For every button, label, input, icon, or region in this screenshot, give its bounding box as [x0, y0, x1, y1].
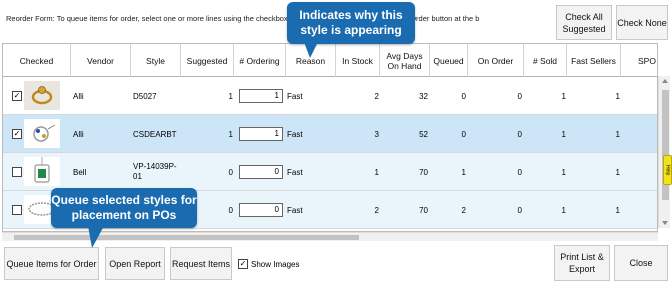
callout-pointer-icon: [88, 226, 104, 248]
reason-cell: Fast: [287, 167, 303, 177]
on-order-cell: 0: [517, 91, 522, 101]
vertical-scrollbar[interactable]: [658, 76, 670, 228]
vendor-cell: Bell: [73, 167, 87, 177]
row-checkbox[interactable]: [12, 167, 22, 177]
col-header-vendor[interactable]: Vendor: [71, 44, 131, 77]
ordering-input[interactable]: 0: [239, 165, 283, 179]
col-header-checked[interactable]: Checked: [3, 44, 71, 77]
style-cell: VP-14039P-01: [133, 162, 177, 181]
avg-days-cell: 70: [419, 205, 428, 215]
avg-days-cell: 70: [419, 167, 428, 177]
col-header-avg-days[interactable]: Avg Days On Hand: [380, 44, 430, 77]
col-header-suggested[interactable]: Suggested: [181, 44, 234, 77]
scroll-up-icon[interactable]: [662, 79, 668, 83]
fast-sellers-cell: 1: [615, 167, 620, 177]
ordering-input[interactable]: 1: [239, 89, 283, 103]
fast-sellers-cell: 1: [615, 91, 620, 101]
suggested-cell: 1: [228, 91, 233, 101]
print-list-export-button[interactable]: Print List & Export: [554, 245, 610, 281]
charm-icon: [24, 119, 60, 148]
on-order-cell: 0: [517, 129, 522, 139]
suggested-cell: 1: [228, 129, 233, 139]
pendant-icon: [24, 157, 60, 186]
in-stock-cell: 1: [374, 167, 379, 177]
ordering-input[interactable]: 0: [239, 203, 283, 217]
open-report-button[interactable]: Open Report: [105, 247, 165, 280]
instructions-text: Reorder Form: To queue items for order, …: [6, 14, 480, 23]
horizontal-scroll-thumb[interactable]: [14, 235, 359, 240]
table-row[interactable]: Bell VP-14039P-01 0 0 Fast 1 70 1 0 1 1: [3, 153, 657, 191]
sold-cell: 1: [561, 167, 566, 177]
in-stock-cell: 2: [374, 205, 379, 215]
check-none-button[interactable]: Check None: [616, 5, 668, 40]
show-images-toggle[interactable]: ✓ Show Images: [238, 259, 299, 269]
col-header-in-stock[interactable]: In Stock: [336, 44, 380, 77]
sold-cell: 1: [561, 205, 566, 215]
grid-header: Checked Vendor Style Suggested # Orderin…: [3, 44, 657, 77]
callout-reason: Indicates why this style is appearing: [287, 2, 415, 44]
in-stock-cell: 3: [374, 129, 379, 139]
col-header-fast-sellers[interactable]: Fast Sellers: [567, 44, 621, 77]
ordering-input[interactable]: 1: [239, 127, 283, 141]
request-items-button[interactable]: Request Items: [170, 247, 232, 280]
on-order-cell: 0: [517, 205, 522, 215]
col-header-on-order[interactable]: On Order: [468, 44, 524, 77]
row-checkbox[interactable]: [12, 205, 22, 215]
fast-sellers-cell: 1: [615, 129, 620, 139]
check-all-suggested-button[interactable]: Check All Suggested: [556, 5, 612, 40]
fast-sellers-cell: 1: [615, 205, 620, 215]
reason-cell: Fast: [287, 91, 303, 101]
row-checkbox[interactable]: ✓: [12, 91, 22, 101]
col-header-spo[interactable]: SPO: [621, 44, 657, 77]
avg-days-cell: 52: [419, 129, 428, 139]
sold-cell: 1: [561, 91, 566, 101]
col-header-style[interactable]: Style: [131, 44, 181, 77]
queued-cell: 0: [461, 91, 466, 101]
col-header-ordering[interactable]: # Ordering: [234, 44, 286, 77]
scroll-down-icon[interactable]: [662, 221, 668, 225]
reason-cell: Fast: [287, 205, 303, 215]
reason-cell: Fast: [287, 129, 303, 139]
ring-icon: [24, 81, 60, 110]
callout-pointer-icon: [304, 42, 318, 58]
queued-cell: 1: [461, 167, 466, 177]
help-side-tab[interactable]: Help: [663, 155, 672, 185]
style-cell: CSDEARBT: [133, 129, 177, 139]
col-header-sold[interactable]: # Sold: [524, 44, 567, 77]
row-checkbox[interactable]: ✓: [12, 129, 22, 139]
table-row[interactable]: ✓ Alli CSDEARBT 1 1 Fast 3 52 0 0 1 1: [3, 115, 657, 153]
suggested-cell: 0: [228, 167, 233, 177]
in-stock-cell: 2: [374, 91, 379, 101]
show-images-label: Show Images: [251, 259, 300, 269]
col-header-queued[interactable]: Queued: [430, 44, 468, 77]
callout-queue: Queue selected styles for placement on P…: [51, 188, 197, 228]
sold-cell: 1: [561, 129, 566, 139]
vendor-cell: Alli: [73, 91, 84, 101]
on-order-cell: 0: [517, 167, 522, 177]
queued-cell: 2: [461, 205, 466, 215]
style-cell: D5027: [133, 91, 157, 101]
show-images-checkbox[interactable]: ✓: [238, 259, 248, 269]
vendor-cell: Alli: [73, 129, 84, 139]
close-button[interactable]: Close: [614, 245, 668, 281]
avg-days-cell: 32: [419, 91, 428, 101]
queued-cell: 0: [461, 129, 466, 139]
table-row[interactable]: ✓ Alli D5027 1 1 Fast 2 32 0 0 1 1: [3, 77, 657, 115]
queue-items-for-order-button[interactable]: Queue Items for Order: [4, 247, 99, 280]
